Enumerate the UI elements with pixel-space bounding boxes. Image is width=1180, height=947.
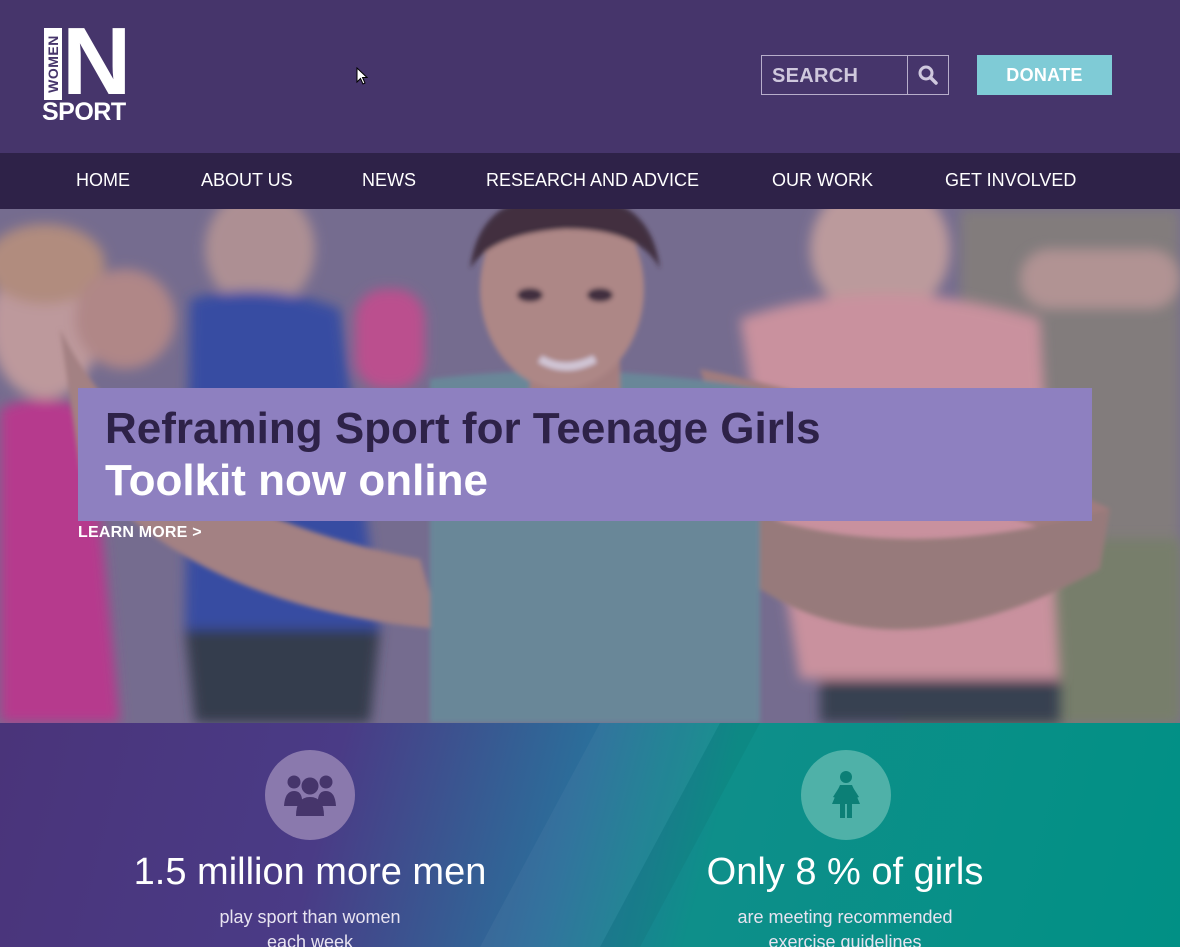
stat-icon-circle [801, 750, 891, 840]
search-input[interactable]: SEARCH [762, 56, 907, 94]
search-icon [918, 65, 938, 85]
site-header: WOMEN N SPORT SEARCH DONATE [0, 0, 1180, 153]
group-icon [284, 775, 336, 816]
stat-description-line: exercise guidelines [768, 932, 922, 947]
logo-women-tab: WOMEN [44, 28, 62, 100]
stat-girls-exercise: Only 8 % of girls are meeting recommende… [565, 723, 1125, 947]
girl-icon [832, 771, 860, 818]
logo-women-text: WOMEN [45, 35, 61, 93]
search-box: SEARCH [761, 55, 949, 95]
hero-headline-box: Reframing Sport for Teenage Girls Toolki… [78, 388, 1092, 521]
stat-description-line: are meeting recommended [737, 907, 953, 927]
hero-subtitle: Toolkit now online [105, 456, 488, 505]
nav-item-about-us[interactable]: ABOUT US [201, 153, 293, 209]
learn-more-link[interactable]: LEARN MORE > [78, 524, 202, 542]
stat-men-vs-women: 1.5 million more men play sport than wom… [30, 723, 590, 947]
hero-title: Reframing Sport for Teenage Girls [105, 404, 821, 453]
search-button[interactable] [907, 56, 948, 94]
hero-banner: Reframing Sport for Teenage Girls Toolki… [0, 209, 1180, 723]
stat-description: play sport than women each week [30, 905, 590, 947]
donate-button[interactable]: DONATE [977, 55, 1112, 95]
logo-sport-text: SPORT [42, 98, 126, 126]
women-in-sport-logo[interactable]: WOMEN N SPORT [42, 14, 138, 126]
stat-description-line: play sport than women [219, 907, 401, 927]
statistics-section: 1.5 million more men play sport than wom… [0, 723, 1180, 947]
mouse-cursor-icon [356, 67, 368, 85]
stat-description: are meeting recommended exercise guideli… [565, 905, 1125, 947]
nav-item-our-work[interactable]: OUR WORK [772, 153, 873, 209]
main-navigation: HOME ABOUT US NEWS RESEARCH AND ADVICE O… [0, 153, 1180, 209]
logo-letter-n: N [62, 8, 131, 115]
stat-headline: Only 8 % of girls [706, 851, 984, 893]
stat-description-line: each week [266, 932, 354, 947]
stat-icon-circle [265, 750, 355, 840]
stat-headline: 1.5 million more men [133, 851, 487, 893]
nav-item-get-involved[interactable]: GET INVOLVED [945, 153, 1076, 209]
nav-item-research-and-advice[interactable]: RESEARCH AND ADVICE [486, 153, 699, 209]
nav-item-home[interactable]: HOME [76, 153, 130, 209]
nav-item-news[interactable]: NEWS [362, 153, 416, 209]
